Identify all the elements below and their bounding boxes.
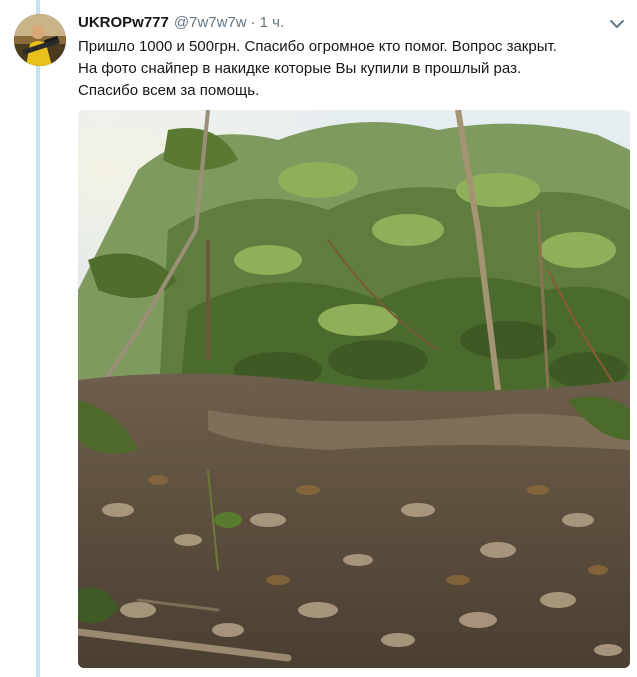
photo-forest-scene — [78, 110, 630, 668]
thread-connector-line — [36, 0, 40, 677]
display-name[interactable]: UKROPw777 — [78, 14, 169, 31]
tweet-text: Пришло 1000 и 500грн. Спасибо огромное к… — [78, 36, 623, 102]
tweet-text-line: На фото снайпер в накидке которые Вы куп… — [78, 60, 522, 77]
avatar-image — [14, 14, 66, 66]
avatar[interactable] — [14, 14, 66, 66]
tweet-photo[interactable] — [78, 110, 630, 668]
chevron-down-icon[interactable] — [607, 14, 627, 34]
username[interactable]: @7w7w7w — [174, 14, 247, 31]
timestamp[interactable]: 1 ч. — [260, 14, 285, 31]
tweet-text-line: Пришло 1000 и 500грн. Спасибо огромное к… — [78, 38, 557, 55]
separator-dot: · — [250, 14, 256, 31]
tweet-text-line: Спасибо всем за помощь. — [78, 82, 260, 99]
tweet-header: UKROPw777 @7w7w7w · 1 ч. — [78, 14, 597, 34]
